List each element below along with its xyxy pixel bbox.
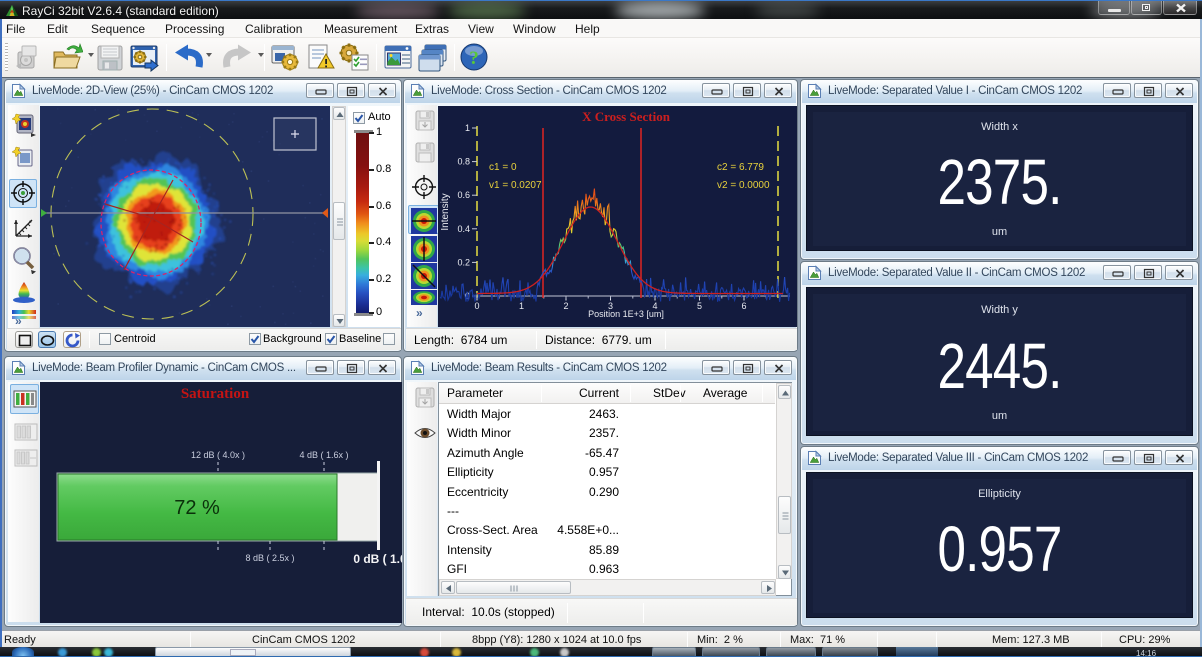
svg-text:0: 0 <box>474 301 479 311</box>
svg-text:6: 6 <box>741 301 746 311</box>
svg-text:Intensity: Intensity <box>440 193 451 230</box>
svg-text:?: ? <box>469 48 479 69</box>
svg-text:0.4: 0.4 <box>457 224 470 234</box>
svg-text:v1 = 0.0207: v1 = 0.0207 <box>489 180 542 191</box>
svg-text:v2 = 0.0000: v2 = 0.0000 <box>717 180 770 191</box>
svg-text:X Cross Section: X Cross Section <box>582 109 671 124</box>
svg-text:0.2: 0.2 <box>457 257 470 267</box>
svg-text:0.6: 0.6 <box>457 190 470 200</box>
svg-text:2: 2 <box>563 301 568 311</box>
svg-text:0.8: 0.8 <box>457 157 470 167</box>
svg-text:4 dB ( 1.6x ): 4 dB ( 1.6x ) <box>299 450 348 460</box>
svg-text:72 %: 72 % <box>174 497 220 519</box>
svg-text:Saturation: Saturation <box>181 386 250 402</box>
svg-text:c1 = 0: c1 = 0 <box>489 162 517 173</box>
svg-text:5: 5 <box>697 301 702 311</box>
svg-text:1: 1 <box>519 301 524 311</box>
svg-text:c2 = 6.779: c2 = 6.779 <box>717 162 764 173</box>
svg-text:12 dB ( 4.0x ): 12 dB ( 4.0x ) <box>191 450 245 460</box>
svg-text:0 dB ( 1.0: 0 dB ( 1.0 <box>353 552 402 566</box>
svg-text:Position 1E+3 [um]: Position 1E+3 [um] <box>588 309 664 319</box>
svg-text:8 dB ( 2.5x ): 8 dB ( 2.5x ) <box>245 553 294 563</box>
svg-text:1: 1 <box>465 123 470 133</box>
